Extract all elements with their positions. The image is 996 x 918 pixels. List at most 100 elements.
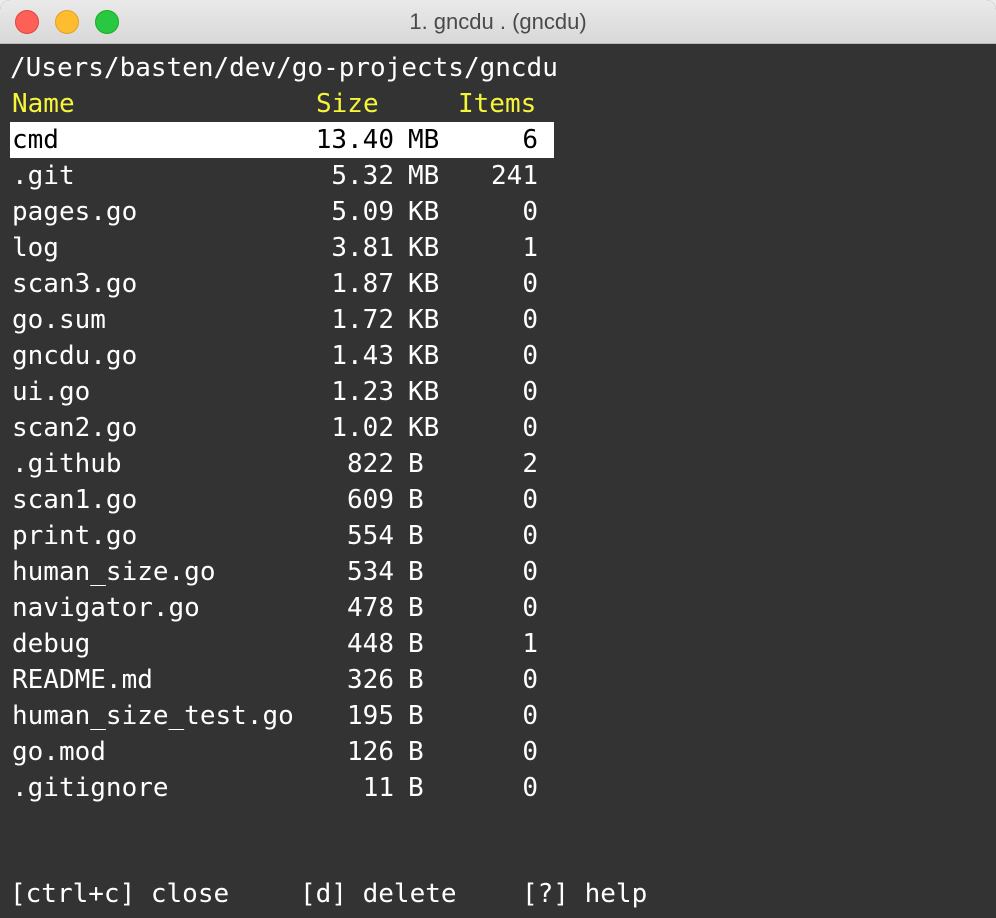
file-size: 5.09	[331, 197, 394, 227]
column-header-row: Name Size Items	[10, 86, 554, 122]
file-size-unit: KB	[408, 197, 440, 227]
file-size: 609	[347, 485, 394, 515]
file-size: 5.32	[331, 161, 394, 191]
file-size: 1.43	[331, 341, 394, 371]
file-item-count: 0	[522, 773, 538, 803]
file-item-count: 0	[522, 413, 538, 443]
file-row[interactable]: .git 5.32 MB 241	[10, 158, 554, 194]
file-size-unit: KB	[408, 413, 440, 443]
file-row[interactable]: human_size_test.go 195 B 0	[10, 698, 554, 734]
file-size-unit: MB	[408, 125, 440, 155]
file-row[interactable]: go.sum 1.72 KB 0	[10, 302, 554, 338]
file-size-unit: B	[408, 773, 424, 803]
file-row[interactable]: pages.go 5.09 KB 0	[10, 194, 554, 230]
file-name: pages.go	[12, 197, 138, 227]
file-size-unit: MB	[408, 161, 440, 191]
file-row[interactable]: log 3.81 KB 1	[10, 230, 554, 266]
file-item-count: 0	[522, 557, 538, 587]
file-item-count: 0	[522, 521, 538, 551]
column-header-items: Items	[458, 89, 537, 119]
file-name: scan3.go	[12, 269, 138, 299]
file-row[interactable]: scan2.go 1.02 KB 0	[10, 410, 554, 446]
file-row[interactable]: go.mod 126 B 0	[10, 734, 554, 770]
file-size-unit: KB	[408, 341, 440, 371]
file-size: 1.02	[331, 413, 394, 443]
file-item-count: 0	[522, 665, 538, 695]
file-row[interactable]: .gitignore 11 B 0	[10, 770, 554, 806]
file-item-count: 6	[522, 125, 538, 155]
file-item-count: 1	[522, 629, 538, 659]
file-name: cmd	[12, 125, 59, 155]
file-name: go.mod	[12, 737, 106, 767]
file-row[interactable]: README.md 326 B 0	[10, 662, 554, 698]
close-hint: [ctrl+c] close	[10, 879, 230, 909]
file-size-unit: B	[408, 521, 424, 551]
file-row[interactable]: debug 448 B 1	[10, 626, 554, 662]
file-name: .gitignore	[12, 773, 169, 803]
terminal-content[interactable]: /Users/basten/dev/go-projects/gncdu Name…	[0, 44, 996, 918]
terminal-window: 1. gncdu . (gncdu) /Users/basten/dev/go-…	[0, 0, 996, 918]
file-name: go.sum	[12, 305, 106, 335]
file-row[interactable]: scan1.go 609 B 0	[10, 482, 554, 518]
file-size-unit: KB	[408, 269, 440, 299]
file-size-unit: B	[408, 629, 424, 659]
column-header-name: Name	[12, 89, 75, 119]
file-size: 326	[347, 665, 394, 695]
file-row[interactable]: ui.go 1.23 KB 0	[10, 374, 554, 410]
file-size-unit: B	[408, 665, 424, 695]
file-item-count: 0	[522, 485, 538, 515]
footer-keybindings: [ctrl+c] close [d] delete [?] help	[10, 876, 647, 912]
file-name: README.md	[12, 665, 153, 695]
file-size-unit: B	[408, 593, 424, 623]
file-size-unit: KB	[408, 305, 440, 335]
current-path: /Users/basten/dev/go-projects/gncdu	[10, 53, 558, 83]
file-item-count: 2	[522, 449, 538, 479]
file-row[interactable]: print.go 554 B 0	[10, 518, 554, 554]
file-size: 1.72	[331, 305, 394, 335]
file-name: log	[12, 233, 59, 263]
file-size-unit: B	[408, 737, 424, 767]
file-name: print.go	[12, 521, 138, 551]
file-size: 3.81	[331, 233, 394, 263]
file-item-count: 0	[522, 269, 538, 299]
file-size: 534	[347, 557, 394, 587]
file-item-count: 0	[522, 341, 538, 371]
file-name: ui.go	[12, 377, 91, 407]
file-name: scan2.go	[12, 413, 138, 443]
file-size-unit: B	[408, 557, 424, 587]
file-size: 448	[347, 629, 394, 659]
file-name: scan1.go	[12, 485, 138, 515]
file-size-unit: B	[408, 485, 424, 515]
file-name: .git	[12, 161, 75, 191]
file-size: 11	[362, 773, 394, 803]
file-size: 478	[347, 593, 394, 623]
help-hint: [?] help	[522, 879, 648, 909]
file-item-count: 0	[522, 305, 538, 335]
file-item-count: 0	[522, 197, 538, 227]
file-row-selected[interactable]: cmd 13.40 MB 6	[10, 122, 554, 158]
file-name: human_size.go	[12, 557, 216, 587]
file-size: 195	[347, 701, 394, 731]
file-item-count: 0	[522, 377, 538, 407]
file-row[interactable]: .github 822 B 2	[10, 446, 554, 482]
file-size-unit: KB	[408, 233, 440, 263]
file-size: 1.23	[331, 377, 394, 407]
file-size: 822	[347, 449, 394, 479]
file-row[interactable]: navigator.go 478 B 0	[10, 590, 554, 626]
file-row[interactable]: gncdu.go 1.43 KB 0	[10, 338, 554, 374]
file-size-unit: B	[408, 701, 424, 731]
file-size: 554	[347, 521, 394, 551]
file-size-unit: KB	[408, 377, 440, 407]
file-size: 1.87	[331, 269, 394, 299]
file-name: debug	[12, 629, 91, 659]
window-title: 1. gncdu . (gncdu)	[409, 9, 587, 34]
file-item-count: 0	[522, 737, 538, 767]
title-bar[interactable]: 1. gncdu . (gncdu)	[0, 0, 996, 44]
file-row[interactable]: human_size.go 534 B 0	[10, 554, 554, 590]
file-size-unit: B	[408, 449, 424, 479]
file-name: .github	[12, 449, 122, 479]
file-item-count: 0	[522, 701, 538, 731]
column-header-size: Size	[316, 89, 379, 119]
file-name: human_size_test.go	[12, 701, 294, 731]
file-row[interactable]: scan3.go 1.87 KB 0	[10, 266, 554, 302]
